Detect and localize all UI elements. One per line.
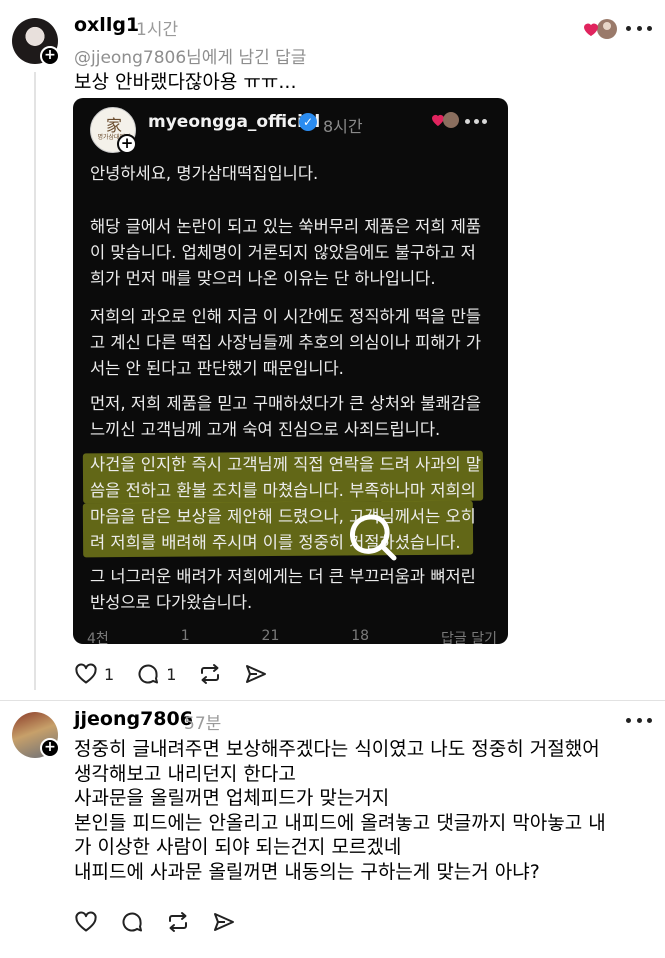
attached-screenshot[interactable]: 家 명가삼대떡집 + myeongga_official ✓ 8시간 안녕하세요… xyxy=(73,98,508,644)
post-actions: 1 1 xyxy=(74,662,290,686)
follow-plus-icon[interactable]: + xyxy=(40,738,60,758)
embed-paragraph: 안녕하세요, 명가삼대떡집입니다. xyxy=(90,164,319,183)
embed-reply-count: 1 xyxy=(180,628,190,644)
repost-icon xyxy=(201,664,220,684)
more-options-icon[interactable] xyxy=(626,718,652,726)
embed-paragraph: 먼저, 저희 제품을 믿고 구매하셨다가 큰 상처와 불쾌감을 느끼신 고객님께… xyxy=(90,394,482,439)
embed-timestamp: 8시간 xyxy=(323,117,363,136)
send-icon xyxy=(214,913,234,931)
timestamp: 1시간 xyxy=(136,20,179,40)
embed-paragraph: 사건을 인지한 즉시 고객님께 직접 연락을 드려 사과의 말 씀을 전하고 환… xyxy=(90,455,482,552)
embed-repost-count: 21 xyxy=(261,628,280,644)
reply-post-jjeong7806: + jjeong7806 57분 정중히 글내려주면 보상해주겠다는 식이였고 … xyxy=(0,700,665,958)
more-options-icon[interactable] xyxy=(626,26,652,34)
reaction-icon xyxy=(584,19,617,39)
username[interactable]: jjeong7806 xyxy=(74,708,193,730)
embed-reply-label: 답글 달기 xyxy=(441,631,497,644)
replied-to-label[interactable]: @jjeong7806님에게 남긴 답글 xyxy=(74,43,306,68)
comment-icon xyxy=(138,664,159,684)
embed-reaction-icon xyxy=(432,112,459,128)
follow-plus-icon[interactable]: + xyxy=(40,46,60,66)
verified-badge-icon: ✓ xyxy=(299,113,317,131)
username[interactable]: oxllg1 xyxy=(74,14,139,36)
repost-button[interactable] xyxy=(166,910,190,934)
repost-button[interactable] xyxy=(198,662,222,686)
embed-plus-icon: + xyxy=(117,134,137,154)
post-text: 보상 안바랬다잖아용 ㅠㅠ... xyxy=(74,71,297,93)
embed-username: myeongga_official xyxy=(148,112,321,132)
post-actions xyxy=(74,910,258,934)
post-text: 정중히 글내려주면 보상해주겠다는 식이였고 나도 정중히 거절했어 생각해보고… xyxy=(74,738,606,883)
embed-share-count: 18 xyxy=(351,628,370,644)
embed-paragraph: 저희의 과오로 인해 지금 이 시간에도 정직하게 떡을 만들 고 계신 다른 … xyxy=(90,307,482,378)
timestamp: 57분 xyxy=(184,714,222,734)
heart-icon xyxy=(75,663,97,684)
share-button[interactable] xyxy=(244,662,268,686)
embed-paragraph: 해당 글에서 논란이 되고 있는 쑥버무리 제품은 저희 제품 이 맞습니다. … xyxy=(90,217,482,288)
send-icon xyxy=(246,665,267,683)
embed-more-icon xyxy=(465,119,487,127)
thread-line xyxy=(34,72,36,690)
embed-action-bar: 4천 1 21 18 답글 달기 xyxy=(87,628,497,644)
reply-button[interactable] xyxy=(120,910,144,934)
heart-icon xyxy=(75,911,97,932)
embed-paragraph: 그 너그러운 배려가 저희에게는 더 큰 부끄러움과 뼈저린 반성으로 다가왔습… xyxy=(90,567,476,612)
comment-icon xyxy=(122,912,142,932)
reply-button[interactable]: 1 xyxy=(136,662,176,686)
like-button[interactable] xyxy=(74,910,98,934)
reply-post-oxllg1: + oxllg1 1시간 @jjeong7806님에게 남긴 답글 보상 안바랬… xyxy=(0,0,665,700)
embed-like-count: 4천 xyxy=(87,631,109,644)
like-button[interactable]: 1 xyxy=(74,662,114,686)
like-count: 1 xyxy=(104,664,115,684)
reply-count: 1 xyxy=(166,664,177,684)
repost-icon xyxy=(169,912,187,932)
handdrawn-circle-mark xyxy=(350,514,397,561)
share-button[interactable] xyxy=(212,910,236,934)
